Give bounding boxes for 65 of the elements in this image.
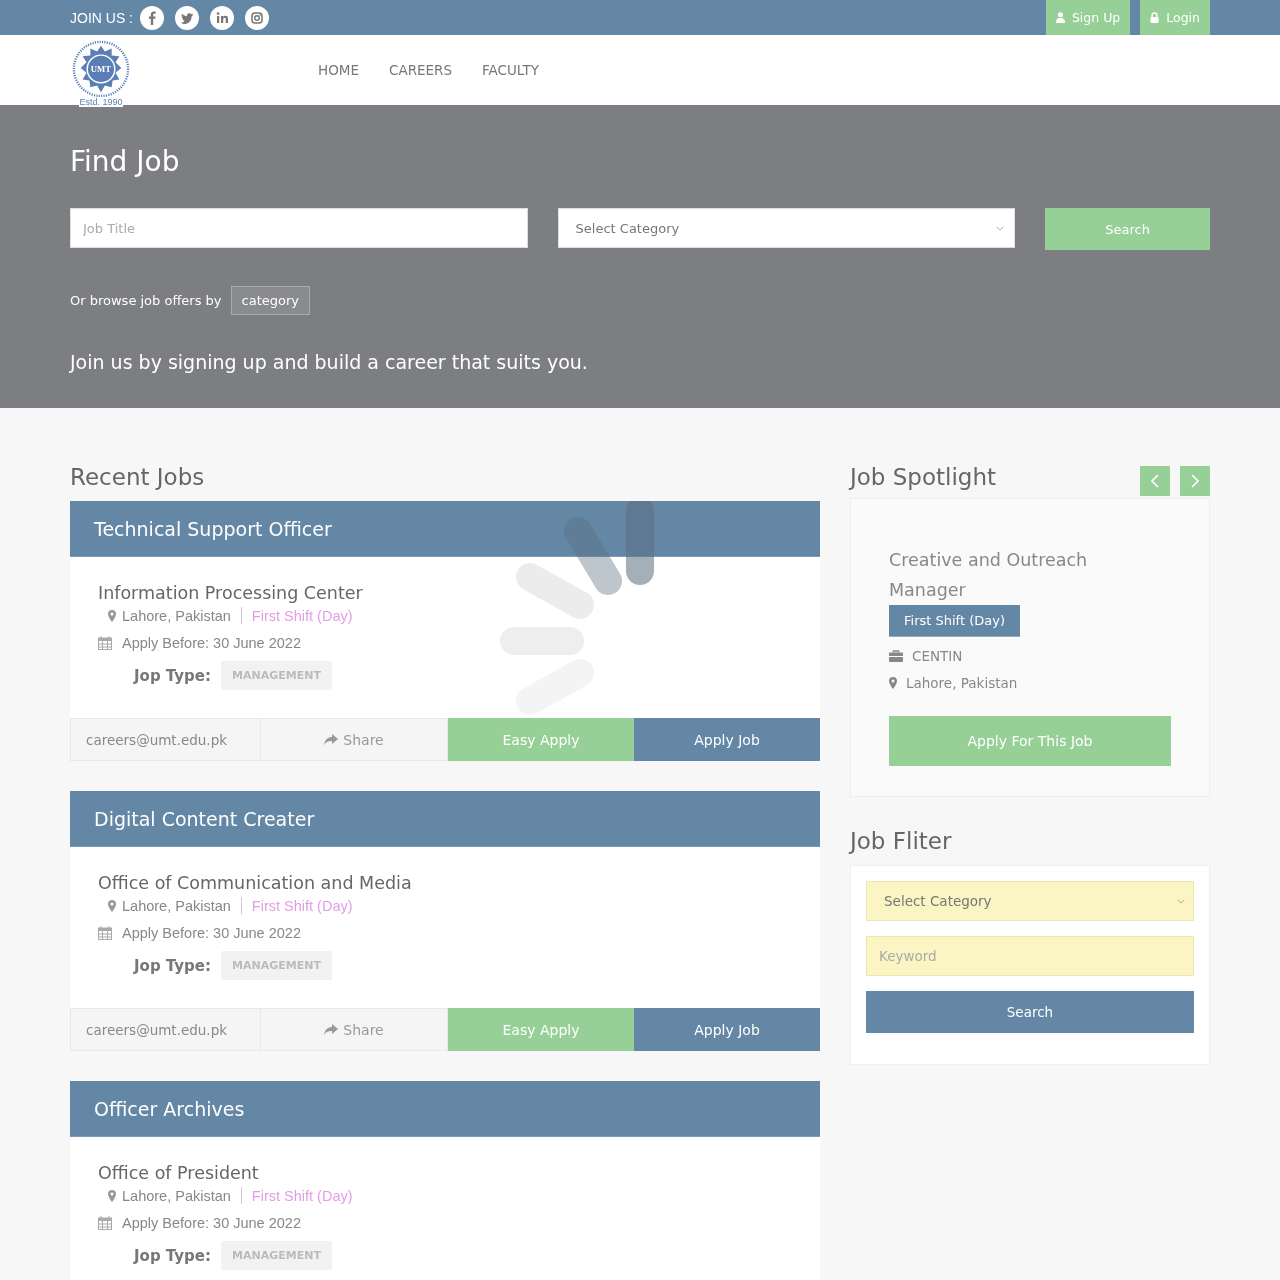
lock-icon	[1150, 12, 1160, 23]
share-button[interactable]: Share	[261, 718, 448, 761]
department: Office of President	[98, 1163, 260, 1183]
section-heading: Job Fliter	[850, 827, 953, 855]
category-select[interactable]: Select Category	[866, 881, 1194, 921]
email-link[interactable]: careers@umt.edu.pk	[70, 718, 261, 761]
job-type-label: Jop Type:	[134, 956, 211, 975]
linkedin-icon[interactable]	[210, 5, 234, 30]
spotlight-job-title[interactable]: Creative and Outreach Manager	[889, 545, 1119, 605]
organization: CENTIN	[912, 648, 963, 664]
job-title-bar[interactable]: Technical Support Officer	[70, 501, 820, 557]
search-button[interactable]: Search	[866, 991, 1194, 1033]
established-year: Estd. 1990	[79, 97, 123, 107]
nav-link[interactable]: HOME	[318, 62, 359, 78]
deadline: Apply Before: 30 June 2022	[122, 925, 301, 941]
share-arrow-icon	[324, 1023, 339, 1036]
shift-badge: First Shift (Day)	[889, 605, 1020, 637]
job-type-label: Jop Type:	[134, 1246, 211, 1265]
section-heading: Recent Jobs	[70, 463, 206, 491]
page-title: Find Job	[70, 144, 181, 179]
instagram-icon[interactable]	[245, 5, 269, 30]
caret-icon	[996, 225, 1005, 231]
job-title-field[interactable]: Job Title	[70, 208, 528, 248]
deadline: Apply Before: 30 June 2022	[122, 1215, 301, 1231]
location: Lahore, Pakistan	[122, 607, 231, 624]
share-button[interactable]: Share	[261, 1008, 448, 1051]
nav-link[interactable]: CAREERS	[388, 62, 453, 78]
location-pin-icon	[108, 1189, 116, 1202]
chevron-left-icon	[1151, 474, 1159, 488]
department: Office of Communication and Media	[98, 873, 413, 893]
tagline: Join us by signing up and build a career that suits you.	[70, 351, 589, 373]
user-icon	[1055, 12, 1065, 23]
category-select[interactable]: Select Category	[557, 208, 1016, 248]
share-arrow-icon	[324, 733, 339, 746]
section-heading: Job Spotlight	[850, 463, 997, 491]
job-title-bar[interactable]: Digital Content Creater	[70, 791, 820, 847]
calendar-icon	[98, 926, 112, 940]
job-type-label: Jop Type:	[134, 666, 211, 685]
shift: First Shift (Day)	[251, 1187, 353, 1204]
nav-link[interactable]: FACULTY	[482, 62, 540, 78]
location: Lahore, Pakistan	[906, 675, 1018, 691]
shift: First Shift (Day)	[251, 607, 353, 624]
caret-icon	[1177, 898, 1185, 904]
calendar-icon	[98, 636, 112, 650]
category-button[interactable]: category	[230, 286, 311, 315]
chevron-right-icon	[1191, 474, 1199, 488]
calendar-icon	[98, 1216, 112, 1230]
email-link[interactable]: careers@umt.edu.pk	[70, 1008, 261, 1051]
location-pin-icon	[889, 677, 897, 689]
join-label: JOIN US :	[70, 9, 133, 26]
department: Information Processing Center	[98, 583, 364, 603]
deadline: Apply Before: 30 June 2022	[122, 635, 301, 651]
location: Lahore, Pakistan	[122, 1187, 231, 1204]
location-pin-icon	[108, 609, 116, 622]
facebook-icon[interactable]	[140, 5, 164, 30]
keyword-field[interactable]: Keyword	[866, 936, 1194, 976]
shift: First Shift (Day)	[251, 897, 353, 914]
location-pin-icon	[108, 899, 116, 912]
apply-job-button[interactable]: Apply Job	[634, 1008, 820, 1051]
job-title-bar[interactable]: Officer Archives	[70, 1081, 820, 1137]
briefcase-icon	[889, 650, 903, 662]
browse-text: Or browse job offers by	[70, 293, 222, 308]
apply-job-button[interactable]: Apply Job	[634, 718, 820, 761]
bird-icon[interactable]	[175, 5, 199, 30]
location: Lahore, Pakistan	[122, 897, 231, 914]
